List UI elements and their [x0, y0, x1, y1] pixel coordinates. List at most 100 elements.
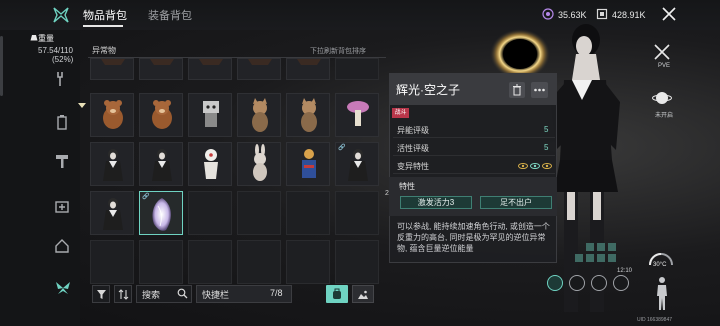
teddy-bear-icon — [103, 100, 123, 129]
image-view-button[interactable] — [352, 285, 374, 303]
traits-title: 特性 — [399, 182, 415, 191]
home-icon[interactable] — [54, 238, 70, 254]
inventory-slot-empty[interactable] — [237, 240, 281, 284]
butterfly-icon[interactable] — [54, 279, 72, 297]
inventory-slot[interactable] — [90, 93, 134, 137]
weight-value: 57.54/110 — [38, 46, 73, 55]
weight-label: 重量 — [38, 34, 54, 43]
buff-icon — [597, 243, 605, 251]
trait-badge[interactable]: 足不出户 — [480, 196, 552, 209]
active-tab-indicator — [83, 25, 123, 27]
inventory-slot[interactable] — [188, 58, 232, 80]
inventory-slot-empty[interactable] — [188, 240, 232, 284]
battery-icon[interactable] — [54, 114, 70, 130]
weight-icon — [30, 35, 38, 41]
status-slot[interactable] — [591, 275, 607, 291]
buff-icon — [575, 254, 583, 262]
inventory-slot[interactable] — [139, 58, 183, 80]
buff-icon — [586, 243, 594, 251]
search-icon[interactable] — [177, 288, 188, 299]
more-dots-icon — [534, 88, 545, 92]
buff-icon — [608, 243, 616, 251]
inventory-slot-empty[interactable] — [139, 240, 183, 284]
stat-label: 活性评级 — [397, 144, 429, 153]
stat-value: 5 — [544, 125, 549, 134]
uid-label: UID 166389847 — [637, 317, 673, 323]
sort-icon — [118, 289, 129, 300]
stat-label: 变异特性 — [397, 162, 429, 171]
inventory-slot[interactable] — [90, 142, 134, 186]
inventory-slot[interactable] — [286, 58, 330, 80]
filter-button[interactable] — [92, 285, 110, 303]
inventory-slot[interactable] — [188, 93, 232, 137]
discard-button[interactable] — [509, 82, 525, 98]
inventory-slot[interactable] — [237, 93, 281, 137]
inventory-slot[interactable] — [286, 142, 330, 186]
item-description: 可以参战, 能持续加速角色行动, 或创造一个反重力的高台, 同时是极为罕见的逆位… — [397, 222, 550, 253]
inventory-slot-empty[interactable] — [188, 191, 232, 235]
gothic-doll-icon — [103, 198, 123, 230]
sidebar-expand-arrow-icon[interactable] — [78, 103, 86, 108]
weight-percent: (52%) — [52, 55, 74, 64]
rabbit-doll-icon — [253, 144, 267, 181]
search-label: 搜索 — [142, 290, 161, 300]
hammer-icon[interactable] — [54, 153, 70, 169]
close-icon[interactable] — [660, 5, 678, 23]
pve-label: PVE — [657, 63, 670, 69]
inventory-slot-empty[interactable] — [237, 191, 281, 235]
quick-bar-label: 快捷栏 — [202, 290, 230, 300]
robot-toy-icon — [203, 101, 219, 127]
more-options-button[interactable] — [531, 82, 548, 98]
cat-doll-icon — [301, 98, 317, 132]
inventory-slot[interactable] — [237, 58, 281, 80]
inventory-slot-empty[interactable] — [286, 240, 330, 284]
inventory-slot-empty[interactable] — [335, 191, 379, 235]
buff-icon — [586, 254, 594, 262]
inventory-slot[interactable] — [335, 93, 379, 137]
bag-view-button[interactable] — [326, 285, 348, 303]
inventory-slot[interactable]: 🔗 — [139, 191, 183, 235]
sort-hint-text: 下拉刷新背包排序 — [310, 48, 366, 55]
inventory-slot[interactable] — [139, 142, 183, 186]
body-status-icon[interactable] — [655, 276, 669, 312]
tab-item-bag[interactable]: 物品背包 — [83, 8, 127, 24]
inventory-slot[interactable] — [90, 58, 134, 80]
inventory-slot[interactable]: 🔗 — [335, 142, 379, 186]
sort-button[interactable] — [114, 285, 132, 303]
inventory-slot-empty[interactable] — [90, 240, 134, 284]
inventory-slot[interactable] — [90, 191, 134, 235]
white-doll-icon — [204, 149, 218, 179]
status-slot[interactable] — [613, 275, 629, 291]
link-icon: 🔗 — [142, 194, 150, 200]
inventory-slot[interactable] — [286, 93, 330, 137]
bag-view-icon — [333, 288, 341, 299]
trait-badge[interactable]: 激发活力3 — [400, 196, 472, 209]
teddy-bear-icon — [152, 100, 172, 129]
doll-partial-icon — [248, 59, 272, 65]
quick-bar-count: 7/8 — [270, 288, 283, 298]
doll-partial-icon — [199, 59, 223, 65]
inventory-slot[interactable] — [139, 93, 183, 137]
cat-doll-icon — [252, 98, 268, 132]
planet-icon[interactable] — [652, 88, 672, 108]
image-view-icon — [358, 290, 368, 299]
planet-status-label: 未开启 — [654, 113, 673, 119]
time-display: 12:10 — [617, 268, 633, 274]
stat-value: 5 — [544, 143, 549, 152]
inventory-slot[interactable] — [188, 142, 232, 186]
inventory-slot-empty[interactable] — [286, 191, 330, 235]
crossed-swords-icon[interactable] — [652, 42, 672, 62]
inventory-slot-empty[interactable] — [335, 240, 379, 284]
trash-icon — [513, 84, 521, 96]
link-icon: 🔗 — [338, 145, 346, 151]
medkit-icon[interactable] — [54, 198, 70, 214]
inventory-slot[interactable] — [237, 142, 281, 186]
status-slot-active[interactable] — [547, 275, 563, 291]
tab-equipment-bag[interactable]: 装备背包 — [148, 8, 192, 24]
inventory-slot-empty[interactable] — [335, 58, 379, 80]
wrench-icon[interactable] — [54, 71, 70, 87]
stat-label: 异能评级 — [397, 126, 429, 135]
doll-partial-icon — [150, 59, 174, 65]
buff-icon — [597, 254, 605, 262]
status-slot[interactable] — [569, 275, 585, 291]
